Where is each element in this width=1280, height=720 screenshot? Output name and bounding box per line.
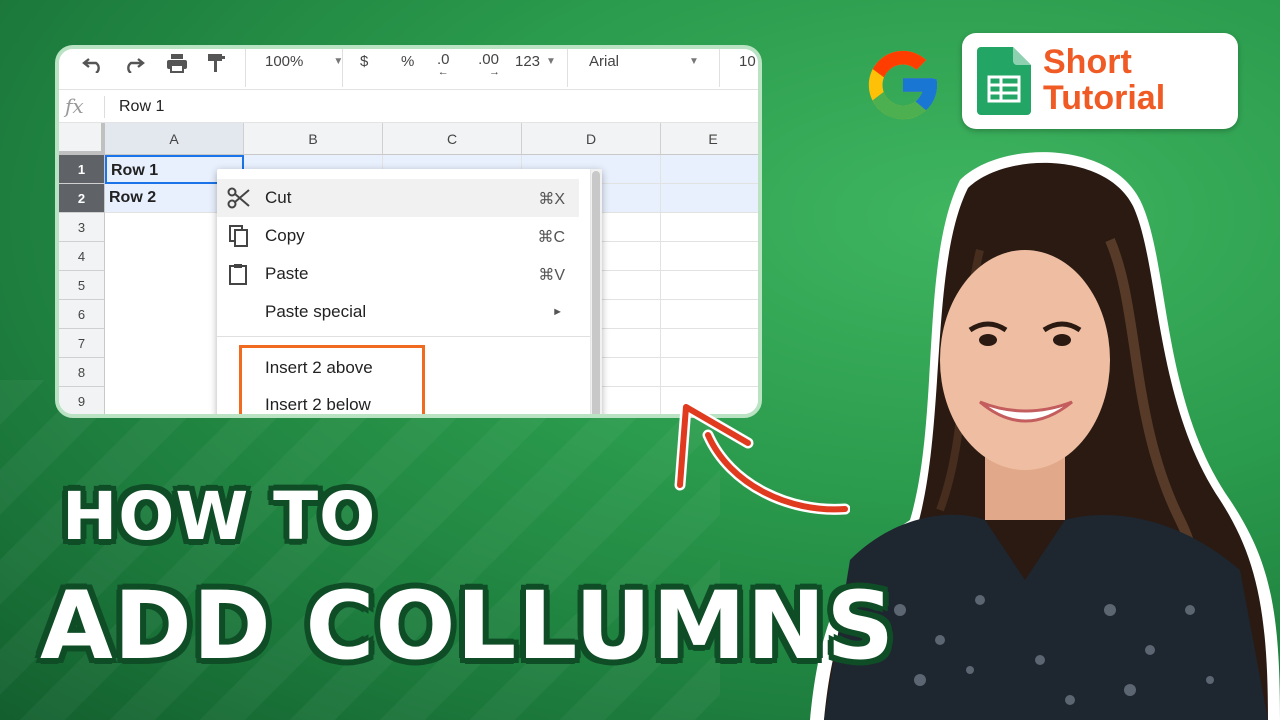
toolbar-divider bbox=[567, 49, 568, 87]
increase-decimal-button[interactable]: .00 → bbox=[477, 51, 500, 78]
submenu-arrow-icon: ► bbox=[552, 306, 563, 318]
toolbar-divider bbox=[342, 49, 343, 87]
cell-e2[interactable] bbox=[661, 184, 758, 213]
menu-item-shortcut: ⌘C bbox=[537, 229, 565, 246]
headline-line1: HOW TO bbox=[62, 478, 377, 555]
row-header-8[interactable]: 8 bbox=[59, 358, 105, 387]
menu-item-copy[interactable]: Copy ⌘C bbox=[217, 217, 579, 255]
short-tutorial-badge: Short Tutorial bbox=[962, 33, 1238, 129]
font-select[interactable]: Arial ▼ bbox=[589, 53, 699, 70]
arrow-right-icon: → bbox=[489, 66, 500, 78]
zoom-value: 100% bbox=[265, 53, 304, 70]
select-all-corner[interactable] bbox=[59, 123, 105, 155]
more-formats-select[interactable]: 123 ▼ bbox=[515, 53, 556, 70]
column-header-a[interactable]: A bbox=[105, 123, 244, 155]
context-menu-scrollbar[interactable] bbox=[590, 169, 602, 414]
row-header-5[interactable]: 5 bbox=[59, 271, 105, 300]
row-header-7[interactable]: 7 bbox=[59, 329, 105, 358]
spreadsheet-card: 100% ▼ $ % .0 ← .00 → 123 ▼ Arial ▼ 10 f… bbox=[55, 45, 762, 418]
redo-icon[interactable] bbox=[122, 53, 146, 73]
cell-e6[interactable] bbox=[661, 300, 758, 329]
row-header-4[interactable]: 4 bbox=[59, 242, 105, 271]
menu-item-shortcut: ⌘V bbox=[538, 267, 565, 284]
toolbar-divider bbox=[719, 49, 720, 87]
menu-divider bbox=[217, 336, 590, 337]
toolbar: 100% ▼ $ % .0 ← .00 → 123 ▼ Arial ▼ 10 bbox=[59, 49, 758, 89]
menu-item-cut[interactable]: Cut ⌘X bbox=[217, 179, 579, 217]
clipboard-icon bbox=[227, 263, 251, 285]
undo-icon[interactable] bbox=[81, 53, 105, 73]
cell-e1[interactable] bbox=[661, 155, 758, 184]
google-logo-icon bbox=[868, 50, 938, 120]
copy-icon bbox=[227, 225, 251, 247]
row-header-1[interactable]: 1 bbox=[59, 155, 105, 184]
formula-input[interactable]: Row 1 bbox=[119, 98, 164, 116]
menu-item-label: Copy bbox=[265, 226, 305, 245]
percent-label: % bbox=[401, 53, 415, 70]
toolbar-divider bbox=[245, 49, 246, 87]
format-label: 123 bbox=[515, 53, 541, 70]
font-size-label: 10 bbox=[739, 53, 756, 70]
currency-label: $ bbox=[360, 53, 369, 70]
cell-e8[interactable] bbox=[661, 358, 758, 387]
chevron-down-icon: ▼ bbox=[689, 56, 699, 67]
scrollbar-thumb[interactable] bbox=[592, 171, 600, 414]
badge-title-line1: Short bbox=[1043, 43, 1132, 81]
menu-item-paste-special[interactable]: Paste special ► bbox=[217, 293, 579, 331]
highlight-box bbox=[239, 345, 425, 414]
formula-divider bbox=[104, 96, 105, 118]
scissors-icon bbox=[227, 187, 251, 209]
column-header-c[interactable]: C bbox=[383, 123, 522, 155]
badge-title-line2: Tutorial bbox=[1043, 79, 1166, 117]
menu-item-label: Paste special bbox=[265, 302, 367, 321]
menu-item-label: Paste bbox=[265, 264, 309, 283]
percent-button[interactable]: % bbox=[401, 53, 414, 70]
zoom-select[interactable]: 100% ▼ bbox=[265, 53, 343, 70]
cell-e3[interactable] bbox=[661, 213, 758, 242]
column-header-d[interactable]: D bbox=[522, 123, 661, 155]
font-size-select[interactable]: 10 bbox=[739, 53, 756, 70]
column-header-b[interactable]: B bbox=[244, 123, 383, 155]
row-header-3[interactable]: 3 bbox=[59, 213, 105, 242]
cell-e7[interactable] bbox=[661, 329, 758, 358]
menu-item-paste[interactable]: Paste ⌘V bbox=[217, 255, 579, 293]
chevron-down-icon: ▼ bbox=[546, 56, 556, 67]
headline-line2: ADD COLLUMNS bbox=[40, 572, 896, 681]
row-header-9[interactable]: 9 bbox=[59, 387, 105, 414]
menu-item-label: Cut bbox=[265, 188, 292, 207]
formula-bar: fx Row 1 bbox=[59, 89, 758, 123]
paint-format-icon[interactable] bbox=[205, 53, 227, 73]
currency-button[interactable]: $ bbox=[360, 53, 368, 70]
row-header-6[interactable]: 6 bbox=[59, 300, 105, 329]
decrease-decimal-button[interactable]: .0 ← bbox=[437, 51, 450, 78]
menu-item-shortcut: ⌘X bbox=[538, 191, 565, 208]
print-icon[interactable] bbox=[165, 53, 189, 73]
google-sheets-icon bbox=[977, 47, 1031, 115]
row-header-2[interactable]: 2 bbox=[59, 184, 105, 213]
fx-icon: fx bbox=[65, 94, 84, 118]
font-label: Arial bbox=[589, 53, 620, 70]
cell-e5[interactable] bbox=[661, 271, 758, 300]
column-header-e[interactable]: E bbox=[661, 123, 758, 155]
arrow-left-icon: ← bbox=[437, 66, 449, 78]
cell-e4[interactable] bbox=[661, 242, 758, 271]
